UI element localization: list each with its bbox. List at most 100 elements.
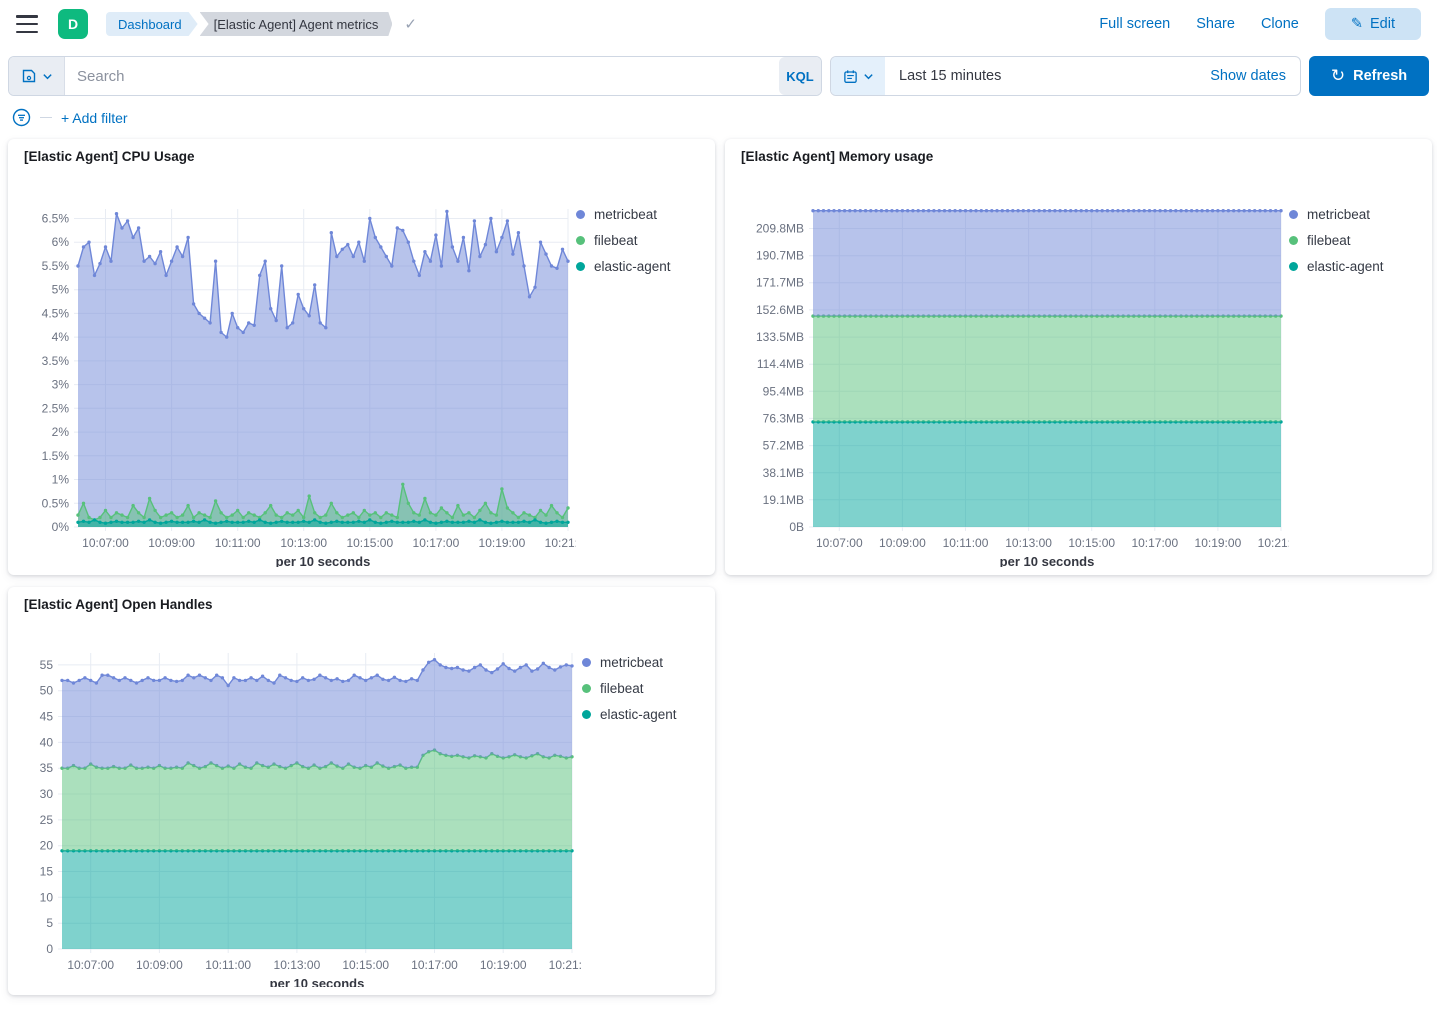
series-point <box>301 676 304 679</box>
legend-item-metricbeat[interactable]: metricbeat <box>582 655 707 670</box>
series-point <box>943 209 946 212</box>
series-point <box>264 521 267 524</box>
series-point <box>302 520 305 523</box>
series-point <box>219 331 222 334</box>
legend-item-filebeat[interactable]: filebeat <box>576 233 707 248</box>
series-point <box>495 521 498 524</box>
full-screen-button[interactable]: Full screen <box>1099 16 1170 32</box>
series-point <box>1074 209 1077 212</box>
series-point <box>186 504 189 507</box>
refresh-button[interactable]: ↻ Refresh <box>1309 56 1429 96</box>
menu-hamburger-icon[interactable] <box>16 15 38 33</box>
series-point <box>126 521 129 524</box>
series-point <box>1211 209 1214 212</box>
series-point <box>219 511 222 514</box>
series-point <box>175 521 178 524</box>
series-point <box>421 668 424 671</box>
date-quick-menu-button[interactable] <box>831 57 885 95</box>
series-point <box>1248 209 1251 212</box>
series-point <box>985 209 988 212</box>
series-point <box>539 521 542 524</box>
open-handles-chart[interactable]: 051015202530354045505510:07:0010:09:0010… <box>16 617 582 992</box>
y-axis-label: 171.7MB <box>756 276 804 290</box>
series-point <box>82 520 85 523</box>
edit-button-label: Edit <box>1370 16 1395 32</box>
series-point <box>822 209 825 212</box>
legend-item-elastic-agent[interactable]: elastic-agent <box>576 259 707 274</box>
legend-item-metricbeat[interactable]: metricbeat <box>1289 207 1424 222</box>
series-point <box>390 513 393 516</box>
y-axis-label: 19.1MB <box>763 493 804 507</box>
series-area <box>813 316 1281 422</box>
series-point <box>197 312 200 315</box>
y-axis-label: 3.5% <box>42 354 70 368</box>
series-point <box>312 678 315 681</box>
series-point <box>253 513 256 516</box>
x-axis-label: 10:11:00 <box>215 536 261 550</box>
x-axis-label: 10:11:00 <box>205 958 251 972</box>
series-point <box>511 521 514 524</box>
series-point <box>137 520 140 523</box>
series-point <box>104 509 107 512</box>
series-point <box>1164 209 1167 212</box>
y-axis-label: 40 <box>40 735 54 749</box>
time-range-value[interactable]: Last 15 minutes <box>885 68 1001 84</box>
series-point <box>82 245 85 248</box>
legend-item-filebeat[interactable]: filebeat <box>582 681 707 696</box>
legend-item-metricbeat[interactable]: metricbeat <box>576 207 707 222</box>
y-axis-label: 5.5% <box>42 259 70 273</box>
series-point <box>104 245 107 248</box>
series-point <box>433 658 436 661</box>
series-point <box>275 513 278 516</box>
series-point <box>198 674 201 677</box>
search-input[interactable] <box>65 57 779 95</box>
saved-query-menu-button[interactable] <box>9 57 65 95</box>
clone-button[interactable]: Clone <box>1261 16 1299 32</box>
series-point <box>539 241 542 244</box>
series-point <box>204 676 207 679</box>
edit-button[interactable]: ✎ Edit <box>1325 8 1421 40</box>
query-language-badge[interactable]: KQL <box>779 57 821 95</box>
series-point <box>261 675 264 678</box>
series-point <box>404 680 407 683</box>
series-point <box>267 679 270 682</box>
series-point <box>473 516 476 519</box>
series-point <box>506 521 509 524</box>
legend-item-elastic-agent[interactable]: elastic-agent <box>1289 259 1424 274</box>
series-point <box>980 209 983 212</box>
series-point <box>462 513 465 516</box>
series-point <box>555 267 558 270</box>
space-avatar[interactable]: D <box>58 9 88 39</box>
y-axis-label: 152.6MB <box>756 303 804 317</box>
y-axis-label: 20 <box>40 839 54 853</box>
series-point <box>170 511 173 514</box>
share-button[interactable]: Share <box>1196 16 1235 32</box>
legend-item-elastic-agent[interactable]: elastic-agent <box>582 707 707 722</box>
series-point <box>387 679 390 682</box>
refresh-button-label: Refresh <box>1353 68 1407 84</box>
series-point <box>396 521 399 524</box>
series-point <box>440 521 443 524</box>
series-point <box>324 522 327 525</box>
series-point <box>330 521 333 524</box>
add-filter-button[interactable]: + Add filter <box>61 110 128 126</box>
series-point <box>291 321 294 324</box>
series-point <box>1200 209 1203 212</box>
series-point <box>495 250 498 253</box>
series-point <box>423 518 426 521</box>
series-point <box>358 676 361 679</box>
show-dates-button[interactable]: Show dates <box>1204 67 1300 85</box>
series-point <box>208 516 211 519</box>
cpu-usage-chart[interactable]: 0%0.5%1%1.5%2%2.5%3%3.5%4%4.5%5%5.5%6%6.… <box>16 169 576 572</box>
series-point <box>192 520 195 523</box>
series-point <box>995 209 998 212</box>
series-point <box>440 506 443 509</box>
series-point <box>832 209 835 212</box>
filter-menu-icon[interactable] <box>12 108 31 127</box>
series-point <box>489 511 492 514</box>
memory-usage-chart[interactable]: 0B19.1MB38.1MB57.2MB76.3MB95.4MB114.4MB1… <box>733 169 1289 572</box>
legend-item-filebeat[interactable]: filebeat <box>1289 233 1424 248</box>
breadcrumb-dashboard[interactable]: Dashboard <box>106 12 198 36</box>
series-point <box>357 241 360 244</box>
series-point <box>1022 209 1025 212</box>
